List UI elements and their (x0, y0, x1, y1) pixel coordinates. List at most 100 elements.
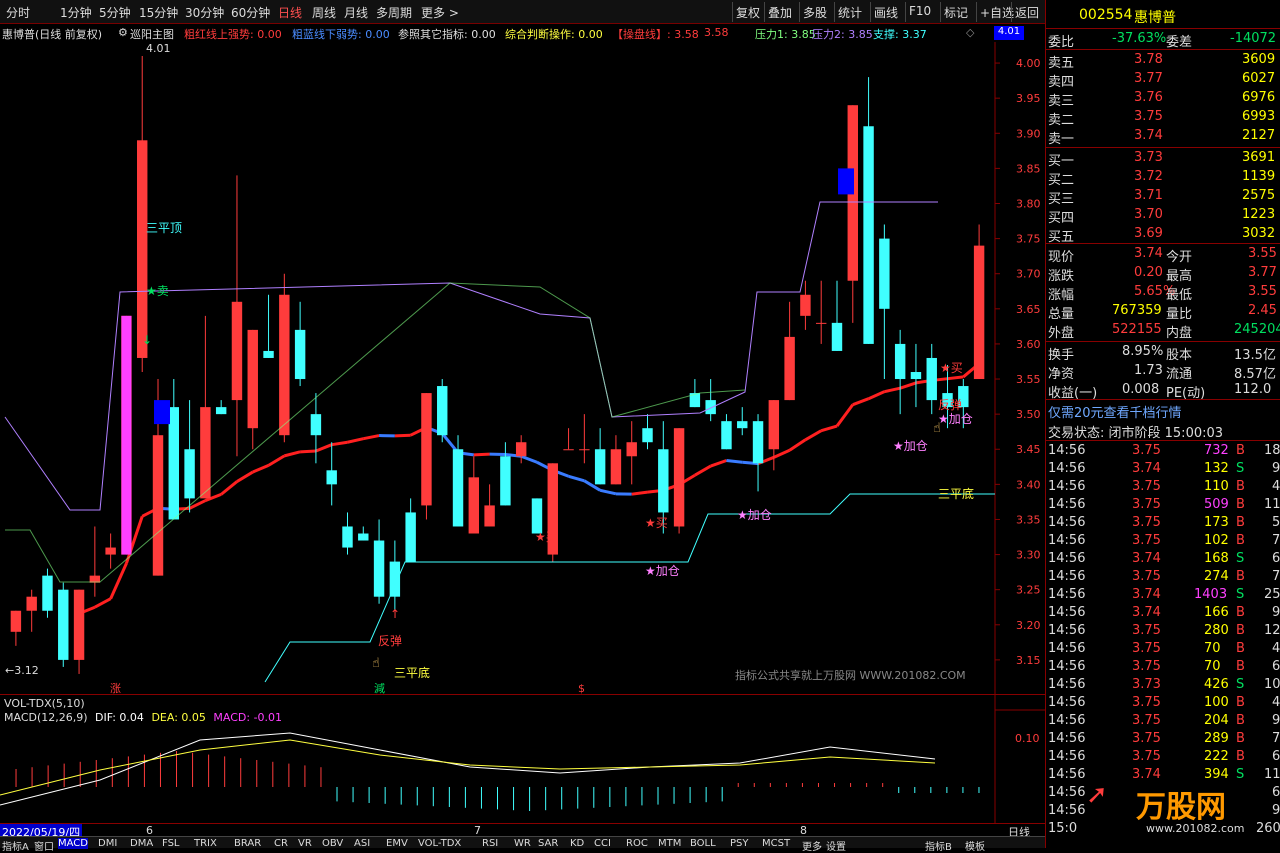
indicator-tab[interactable]: KD (570, 838, 584, 849)
indicator-tab[interactable]: ROC (626, 838, 648, 849)
period-tab[interactable]: 分时 (6, 4, 30, 21)
candle[interactable] (500, 442, 510, 505)
toolbar-button[interactable]: F10 (909, 4, 931, 18)
period-tab[interactable]: 日线 (278, 4, 302, 21)
candle[interactable] (326, 442, 336, 505)
candle[interactable] (579, 414, 589, 463)
indicator-tab[interactable]: 设置 (826, 838, 846, 853)
candle[interactable] (642, 414, 652, 449)
candle[interactable] (374, 519, 384, 603)
period-tab[interactable]: 多周期 (376, 4, 412, 21)
candle[interactable] (184, 400, 194, 512)
candle[interactable] (848, 105, 858, 323)
period-tab[interactable]: 周线 (312, 4, 336, 21)
candle[interactable] (469, 456, 479, 533)
candle[interactable] (563, 428, 573, 450)
candle[interactable] (879, 225, 889, 379)
candle[interactable] (927, 344, 937, 414)
candle[interactable] (753, 414, 763, 491)
period-tab[interactable]: 月线 (344, 4, 368, 21)
candle[interactable] (895, 330, 905, 414)
toolbar-button[interactable]: 叠加 (768, 4, 792, 21)
toolbar-button[interactable]: 复权 (736, 4, 760, 21)
gear-icon[interactable]: ⚙ (118, 26, 128, 39)
candle[interactable] (611, 435, 621, 484)
candle[interactable] (342, 512, 352, 554)
candle[interactable] (784, 302, 794, 400)
candle[interactable] (263, 295, 273, 358)
period-tab[interactable]: 1分钟 (60, 4, 92, 21)
indicator-tab[interactable]: WR (514, 838, 531, 849)
indicator-tab[interactable]: EMV (386, 838, 408, 849)
candle[interactable] (58, 583, 68, 667)
indicator-tab[interactable]: ASI (354, 838, 370, 849)
candle[interactable] (627, 421, 637, 484)
indicator-tab[interactable]: 指标B (925, 838, 952, 853)
candle[interactable] (532, 498, 542, 533)
indicator-tab[interactable]: MTM (658, 838, 681, 849)
toolbar-button[interactable]: 画线 (874, 4, 898, 21)
indicator-tab[interactable]: BOLL (690, 838, 716, 849)
candle[interactable] (248, 330, 258, 449)
candle[interactable] (358, 526, 368, 540)
candle[interactable] (800, 281, 810, 330)
indicator-tab[interactable]: MCST (762, 838, 790, 849)
indicator-tab[interactable]: 窗口 (34, 838, 54, 853)
candle[interactable] (90, 526, 100, 596)
period-tab[interactable]: 60分钟 (231, 4, 270, 21)
candle[interactable] (832, 281, 842, 351)
candle[interactable] (737, 407, 747, 435)
period-tab[interactable]: 15分钟 (139, 4, 178, 21)
candle[interactable] (26, 590, 36, 632)
candle[interactable] (105, 534, 115, 569)
candle[interactable] (11, 611, 21, 646)
indicator-tab[interactable]: CCI (594, 838, 611, 849)
indicator-tab[interactable]: DMI (98, 838, 117, 849)
toolbar-button[interactable]: +自选 (980, 4, 1014, 21)
indicator-tab[interactable]: 模板 (965, 838, 985, 853)
toolbar-button[interactable]: 标记 (944, 4, 968, 21)
promo-link[interactable]: 仅需20元查看千档行情 (1048, 402, 1182, 421)
candle[interactable] (137, 56, 147, 372)
period-tab[interactable]: 5分钟 (99, 4, 131, 21)
period-tab[interactable]: 更多 > (421, 4, 459, 21)
indicator-tab[interactable]: 指标A (2, 838, 29, 853)
candle[interactable] (595, 428, 605, 484)
candle[interactable] (295, 302, 305, 386)
indicator-tab[interactable]: OBV (322, 838, 343, 849)
indicator-tab[interactable]: RSI (482, 838, 498, 849)
candle[interactable] (863, 77, 873, 344)
indicator-tab[interactable]: CR (274, 838, 288, 849)
main-indicator-name[interactable]: 巡阳主图 (130, 26, 174, 42)
indicator-tab[interactable]: DMA (130, 838, 153, 849)
candle[interactable] (721, 414, 731, 449)
period-tab[interactable]: 30分钟 (185, 4, 224, 21)
indicator-tab[interactable]: VOL-TDX (418, 838, 461, 849)
candle[interactable] (705, 379, 715, 421)
indicator-tab[interactable]: SAR (538, 838, 558, 849)
indicator-tab[interactable]: FSL (162, 838, 180, 849)
candle[interactable] (279, 274, 289, 443)
candle[interactable] (42, 569, 52, 618)
candle[interactable] (200, 316, 210, 499)
toolbar-button[interactable]: 多股 (803, 4, 827, 21)
candle[interactable] (232, 175, 242, 456)
indicator-tab[interactable]: 更多 (802, 838, 822, 853)
main-kline-chart[interactable]: 4.003.953.903.853.803.753.703.653.603.55… (0, 42, 1045, 695)
candle[interactable] (548, 463, 558, 561)
promo-row[interactable]: 仅需20元查看千档行情 (1046, 401, 1280, 419)
indicator-tab[interactable]: BRAR (234, 838, 261, 849)
candle[interactable] (911, 344, 921, 407)
candle[interactable] (674, 428, 684, 533)
indicator-tab[interactable]: TRIX (194, 838, 217, 849)
candle[interactable] (169, 379, 179, 519)
candle[interactable] (437, 379, 447, 442)
indicator-tab[interactable]: VR (298, 838, 312, 849)
candle[interactable] (974, 225, 984, 379)
indicator-tab[interactable]: PSY (730, 838, 749, 849)
toolbar-button[interactable]: 返回 (1015, 4, 1039, 21)
toolbar-button[interactable]: 统计 (838, 4, 862, 21)
candle[interactable] (421, 393, 431, 519)
candle[interactable] (405, 498, 415, 561)
indicator-tab[interactable]: MACD (58, 838, 88, 849)
